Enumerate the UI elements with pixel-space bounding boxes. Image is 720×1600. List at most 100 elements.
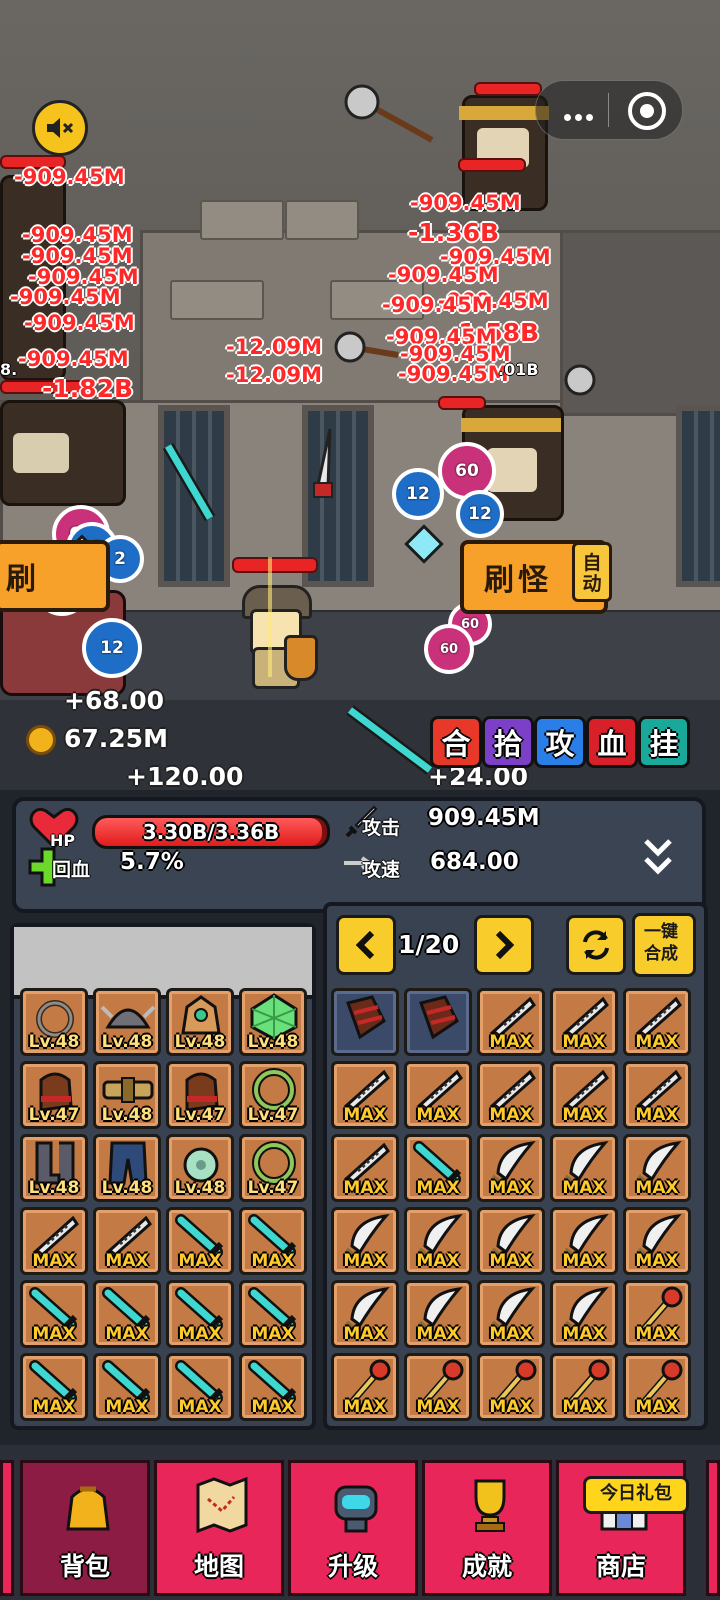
inventory-slot[interactable]: MAX	[477, 1353, 545, 1421]
inventory-slot[interactable]: MAX	[550, 1353, 618, 1421]
tab-label: 背包	[59, 1552, 110, 1581]
inventory-slot[interactable]: MAX	[477, 988, 545, 1056]
tab-bag[interactable]: 背包	[20, 1460, 150, 1596]
quick-button[interactable]: 拾	[482, 716, 534, 768]
inventory-slot[interactable]: MAX	[550, 1134, 618, 1202]
refresh-icon	[583, 930, 609, 960]
equipment-slot[interactable]: Lv.48	[20, 988, 88, 1056]
damage-number: -909.45M	[22, 244, 133, 268]
tab-trophy[interactable]: 成就	[422, 1460, 552, 1596]
equipment-slot[interactable]: Lv.48	[93, 1134, 161, 1202]
inventory-slot[interactable]: MAX	[404, 1353, 472, 1421]
inventory-slot[interactable]: MAX	[331, 1134, 399, 1202]
inventory-slot[interactable]: MAX	[331, 1061, 399, 1129]
castle-window	[676, 405, 720, 587]
inventory-slot[interactable]: MAX	[550, 1280, 618, 1348]
inventory-slot[interactable]: MAX	[477, 1207, 545, 1275]
prev-page-button[interactable]	[336, 915, 396, 975]
coin-drop[interactable]: 60	[424, 624, 474, 674]
slot-tag: MAX	[105, 1251, 149, 1271]
slot-tag: MAX	[251, 1324, 295, 1344]
coin-drop[interactable]: 12	[456, 490, 504, 538]
inventory-slot[interactable]: MAX	[477, 1134, 545, 1202]
one-click-merge-button[interactable]: 一键合成	[632, 913, 696, 977]
equipment-slot[interactable]: Lv.48	[93, 1061, 161, 1129]
equipment-slot[interactable]: MAX	[166, 1207, 234, 1275]
quick-button[interactable]: 攻	[534, 716, 586, 768]
farm-button-left[interactable]: 刷	[0, 540, 110, 612]
inventory-slot[interactable]: MAX	[404, 1207, 472, 1275]
sound-toggle-button[interactable]	[32, 100, 88, 156]
next-page-button[interactable]	[474, 915, 534, 975]
slot-tag: Lv.48	[174, 1032, 226, 1052]
inventory-slot[interactable]: MAX	[623, 1061, 691, 1129]
equipment-slot[interactable]: Lv.47	[239, 1061, 307, 1129]
equipment-slot[interactable]: MAX	[20, 1207, 88, 1275]
equipment-slot[interactable]: Lv.47	[20, 1061, 88, 1129]
flying-axe	[564, 364, 596, 396]
inventory-slot[interactable]	[331, 988, 399, 1056]
equipment-slot[interactable]: Lv.47	[239, 1134, 307, 1202]
inventory-slot[interactable]: MAX	[623, 988, 691, 1056]
equipment-slot[interactable]: MAX	[239, 1280, 307, 1348]
close-target-icon[interactable]	[628, 92, 666, 130]
slot-tag: MAX	[343, 1324, 387, 1344]
regen-label: 回血	[52, 859, 91, 881]
inventory-slot[interactable]: MAX	[331, 1353, 399, 1421]
equipment-slot[interactable]: MAX	[239, 1207, 307, 1275]
auto-toggle[interactable]: 自动	[572, 542, 612, 602]
equipment-slot[interactable]: Lv.48	[166, 988, 234, 1056]
damage-number: -909.45M	[388, 263, 499, 287]
inventory-slot[interactable]: MAX	[550, 1207, 618, 1275]
inventory-slot[interactable]: MAX	[404, 1134, 472, 1202]
slot-tag: Lv.47	[247, 1105, 299, 1125]
damage-number: -909.45M	[382, 293, 493, 317]
inventory-slot[interactable]: MAX	[477, 1061, 545, 1129]
inventory-slot[interactable]: MAX	[331, 1280, 399, 1348]
inventory-slot[interactable]: MAX	[331, 1207, 399, 1275]
equipment-slot[interactable]: Lv.47	[166, 1061, 234, 1129]
slot-tag: Lv.48	[247, 1032, 299, 1052]
wall-brick	[200, 200, 284, 240]
enemy-hp-text: 8.	[0, 360, 18, 379]
tab-robot[interactable]: 升级	[288, 1460, 418, 1596]
equipment-slot[interactable]: MAX	[20, 1280, 88, 1348]
slot-tag: MAX	[343, 1178, 387, 1198]
inventory-slot[interactable]	[404, 988, 472, 1056]
equipment-slot[interactable]: MAX	[166, 1353, 234, 1421]
equipment-slot[interactable]: MAX	[93, 1207, 161, 1275]
quick-button[interactable]: 合	[430, 716, 482, 768]
equipment-slot[interactable]: Lv.48	[93, 988, 161, 1056]
coin-drop[interactable]: 12	[392, 468, 444, 520]
samurai-enemy[interactable]	[0, 400, 126, 506]
slot-tag: MAX	[416, 1178, 460, 1198]
slot-tag: MAX	[489, 1105, 533, 1125]
chevron-down-icon[interactable]	[642, 837, 674, 877]
equipment-slot[interactable]: MAX	[20, 1353, 88, 1421]
slot-tag: MAX	[562, 1251, 606, 1271]
quick-button[interactable]: 挂	[638, 716, 690, 768]
equipment-slot[interactable]: Lv.48	[239, 988, 307, 1056]
tab-map[interactable]: 地图	[154, 1460, 284, 1596]
inventory-slot[interactable]: MAX	[623, 1134, 691, 1202]
inventory-slot[interactable]: MAX	[404, 1061, 472, 1129]
inventory-slot[interactable]: MAX	[623, 1353, 691, 1421]
refresh-button[interactable]	[566, 915, 626, 975]
equipment-slot[interactable]: MAX	[239, 1353, 307, 1421]
equipment-slot[interactable]: MAX	[93, 1280, 161, 1348]
equipment-slot[interactable]: Lv.48	[166, 1134, 234, 1202]
attack-label: 攻击	[362, 817, 401, 839]
equipment-slot[interactable]: MAX	[93, 1353, 161, 1421]
inventory-slot[interactable]: MAX	[477, 1280, 545, 1348]
inventory-slot[interactable]: MAX	[623, 1280, 691, 1348]
inventory-slot[interactable]: MAX	[550, 1061, 618, 1129]
equipment-slot[interactable]: MAX	[166, 1280, 234, 1348]
inventory-slot[interactable]: MAX	[404, 1280, 472, 1348]
coin-drop[interactable]: 12	[82, 618, 142, 678]
inventory-slot[interactable]: MAX	[550, 988, 618, 1056]
inventory-slot[interactable]: MAX	[623, 1207, 691, 1275]
equipment-slot[interactable]: Lv.48	[20, 1134, 88, 1202]
more-options-icon[interactable]	[564, 106, 597, 125]
daily-gift-badge[interactable]: 今日礼包	[583, 1476, 689, 1514]
quick-button[interactable]: 血	[586, 716, 638, 768]
